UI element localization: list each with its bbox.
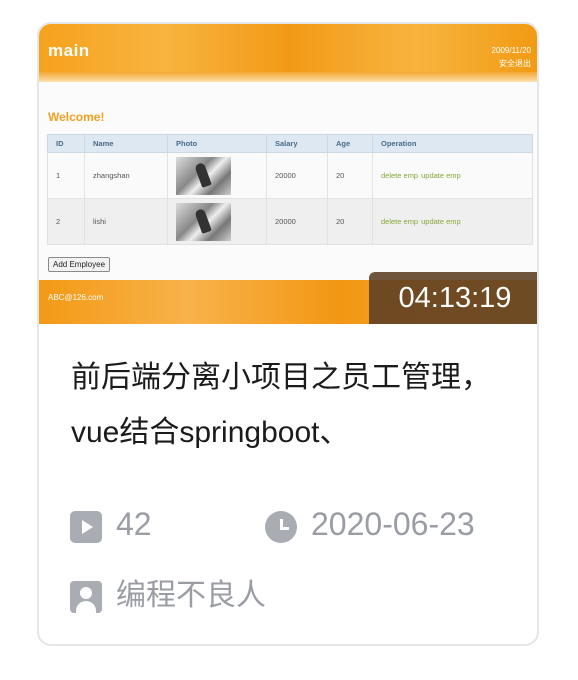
employee-photo: [176, 156, 231, 195]
user-icon: [70, 581, 102, 614]
cell-salary: 20000: [266, 198, 328, 245]
cell-age: 20: [327, 152, 373, 199]
cell-name: lishi: [84, 198, 168, 245]
cell-salary: 20000: [266, 152, 328, 199]
table-row: 1 zhangshan 20000 20 delete emp update em…: [47, 152, 533, 199]
cell-photo: [167, 152, 267, 199]
cell-id: 2: [47, 198, 85, 245]
thumbnail-banner: main 2009/11/20 安全退出: [39, 24, 537, 72]
cell-age: 20: [327, 198, 373, 245]
cell-operation: delete emp update emp: [372, 152, 533, 199]
view-count: 42: [70, 502, 152, 546]
footer-email: ABC@126.com: [48, 293, 104, 302]
cell-photo: [167, 198, 267, 245]
column-header: Name: [84, 134, 168, 153]
cell-id: 1: [47, 152, 85, 199]
video-card[interactable]: main 2009/11/20 安全退出 Welcome! ID Name Ph…: [37, 22, 539, 646]
play-icon: [70, 510, 102, 543]
column-header: Salary: [266, 134, 328, 153]
column-header: ID: [47, 134, 85, 153]
publish-date: 2020-06-23: [265, 502, 475, 546]
table-row: 2 lishi 20000 20 delete emp update emp: [47, 198, 533, 245]
thumbnail-logout: 安全退出: [499, 59, 531, 68]
column-header: Age: [327, 134, 373, 153]
thumbnail-welcome: Welcome!: [48, 110, 105, 124]
banner-stripe: [39, 72, 537, 82]
employee-photo: [176, 202, 231, 241]
add-employee-button: Add Employee: [48, 257, 111, 272]
author-name[interactable]: 编程不良人: [116, 579, 266, 612]
table-header-row: ID Name Photo Salary Age Operation: [47, 134, 533, 153]
column-header: Photo: [167, 134, 267, 153]
video-thumbnail[interactable]: main 2009/11/20 安全退出 Welcome! ID Name Ph…: [39, 24, 537, 324]
update-emp-link: update emp: [421, 217, 461, 226]
update-emp-link: update emp: [421, 171, 461, 180]
delete-emp-link: delete emp: [381, 171, 419, 180]
author[interactable]: 编程不良人: [70, 574, 266, 618]
publish-date-value: 2020-06-23: [311, 506, 475, 542]
cell-operation: delete emp update emp: [372, 198, 533, 245]
clock-icon: [265, 510, 297, 543]
thumbnail-date: 2009/11/20: [491, 46, 531, 55]
cell-name: zhangshan: [84, 152, 168, 199]
thumbnail-brand: main: [48, 41, 90, 60]
employee-table: ID Name Photo Salary Age Operation 1 zha…: [47, 134, 533, 245]
video-title[interactable]: 前后端分离小项目之员工管理，vue结合springboot、: [71, 350, 519, 460]
view-count-value: 42: [116, 506, 152, 542]
delete-emp-link: delete emp: [381, 217, 419, 226]
column-header: Operation: [372, 134, 533, 153]
video-duration-badge: 04:13:19: [369, 272, 537, 324]
